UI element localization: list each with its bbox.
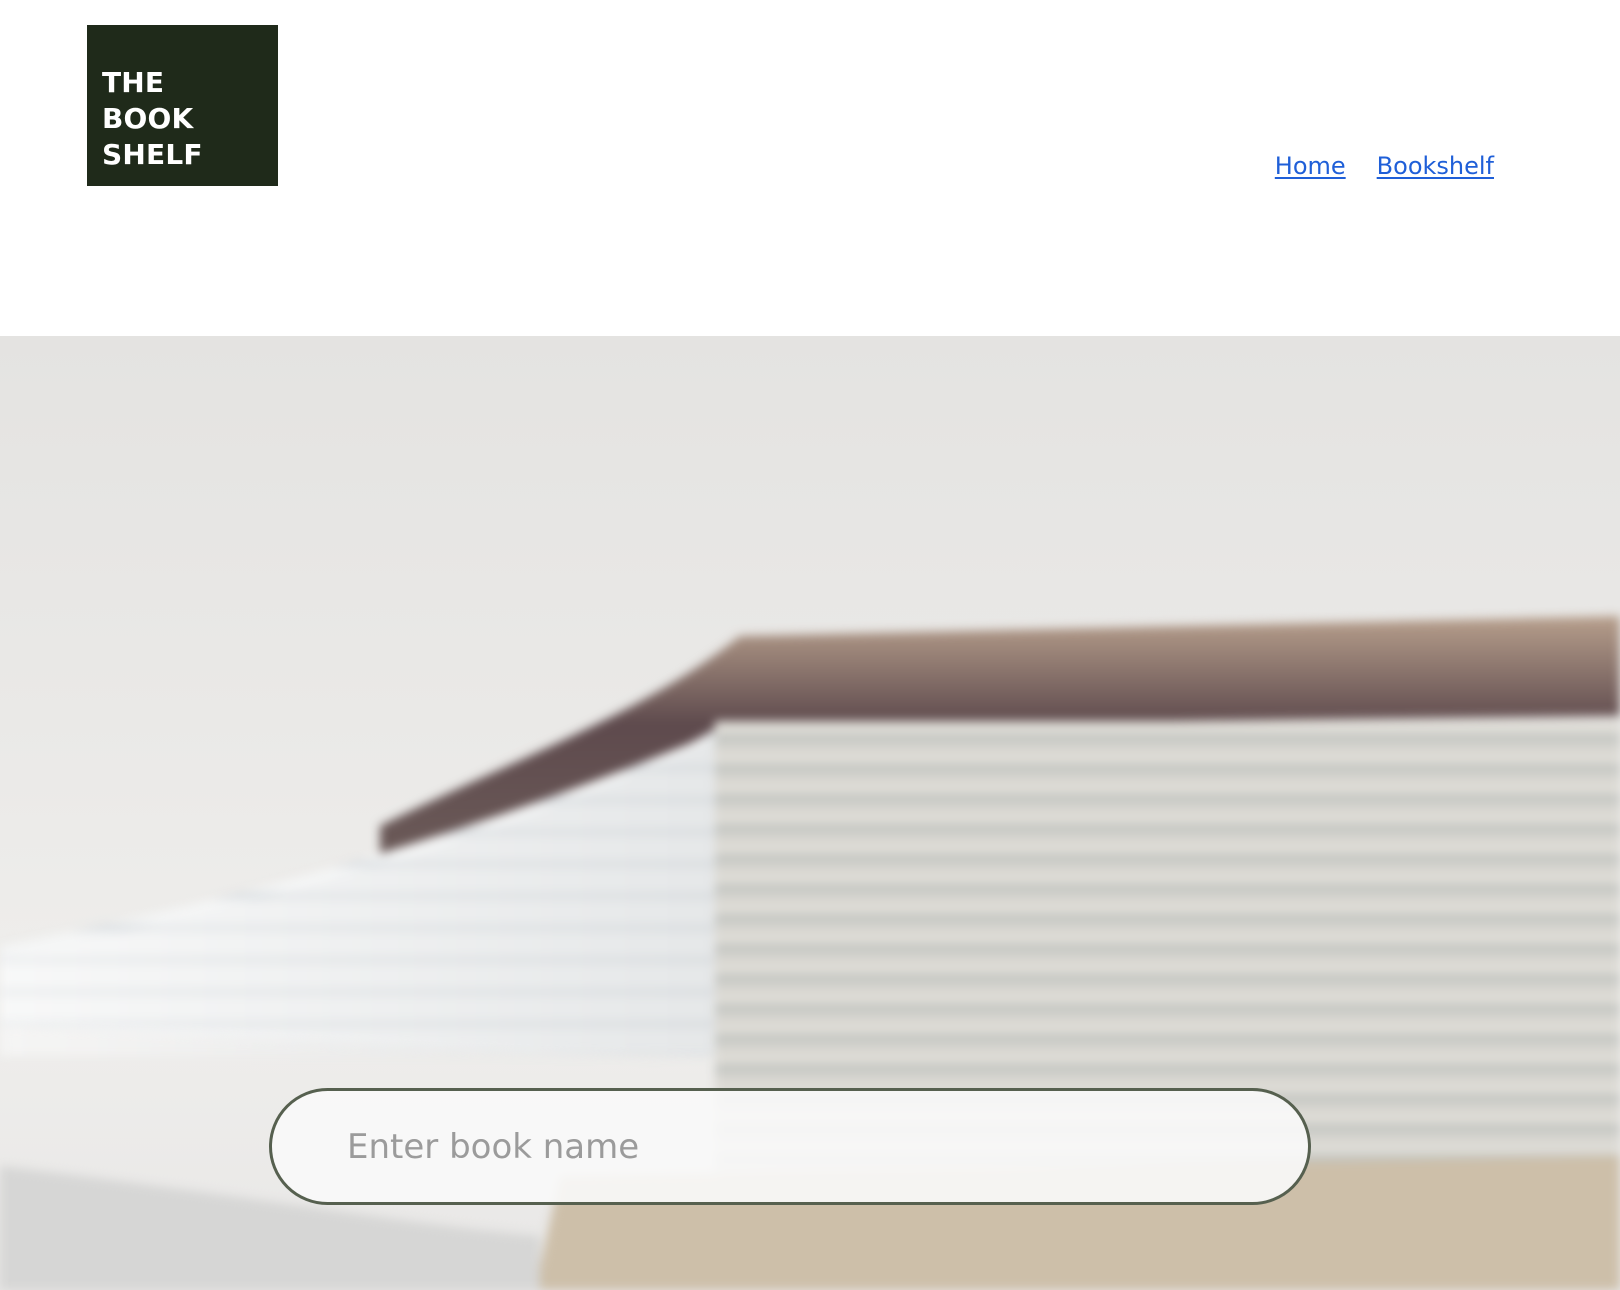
nav-link-bookshelf[interactable]: Bookshelf <box>1377 152 1494 180</box>
logo-line-book: BOOK <box>102 102 194 135</box>
site-logo[interactable]: THE BOOK SHELF <box>87 25 278 186</box>
main-nav: Home Bookshelf <box>1275 152 1494 180</box>
nav-link-home[interactable]: Home <box>1275 152 1346 180</box>
book-search-input[interactable] <box>269 1088 1311 1205</box>
logo-line-shelf: SHELF <box>102 138 203 171</box>
logo-line-the: THE <box>102 66 165 99</box>
site-header: THE BOOK SHELF Home Bookshelf <box>0 0 1620 336</box>
